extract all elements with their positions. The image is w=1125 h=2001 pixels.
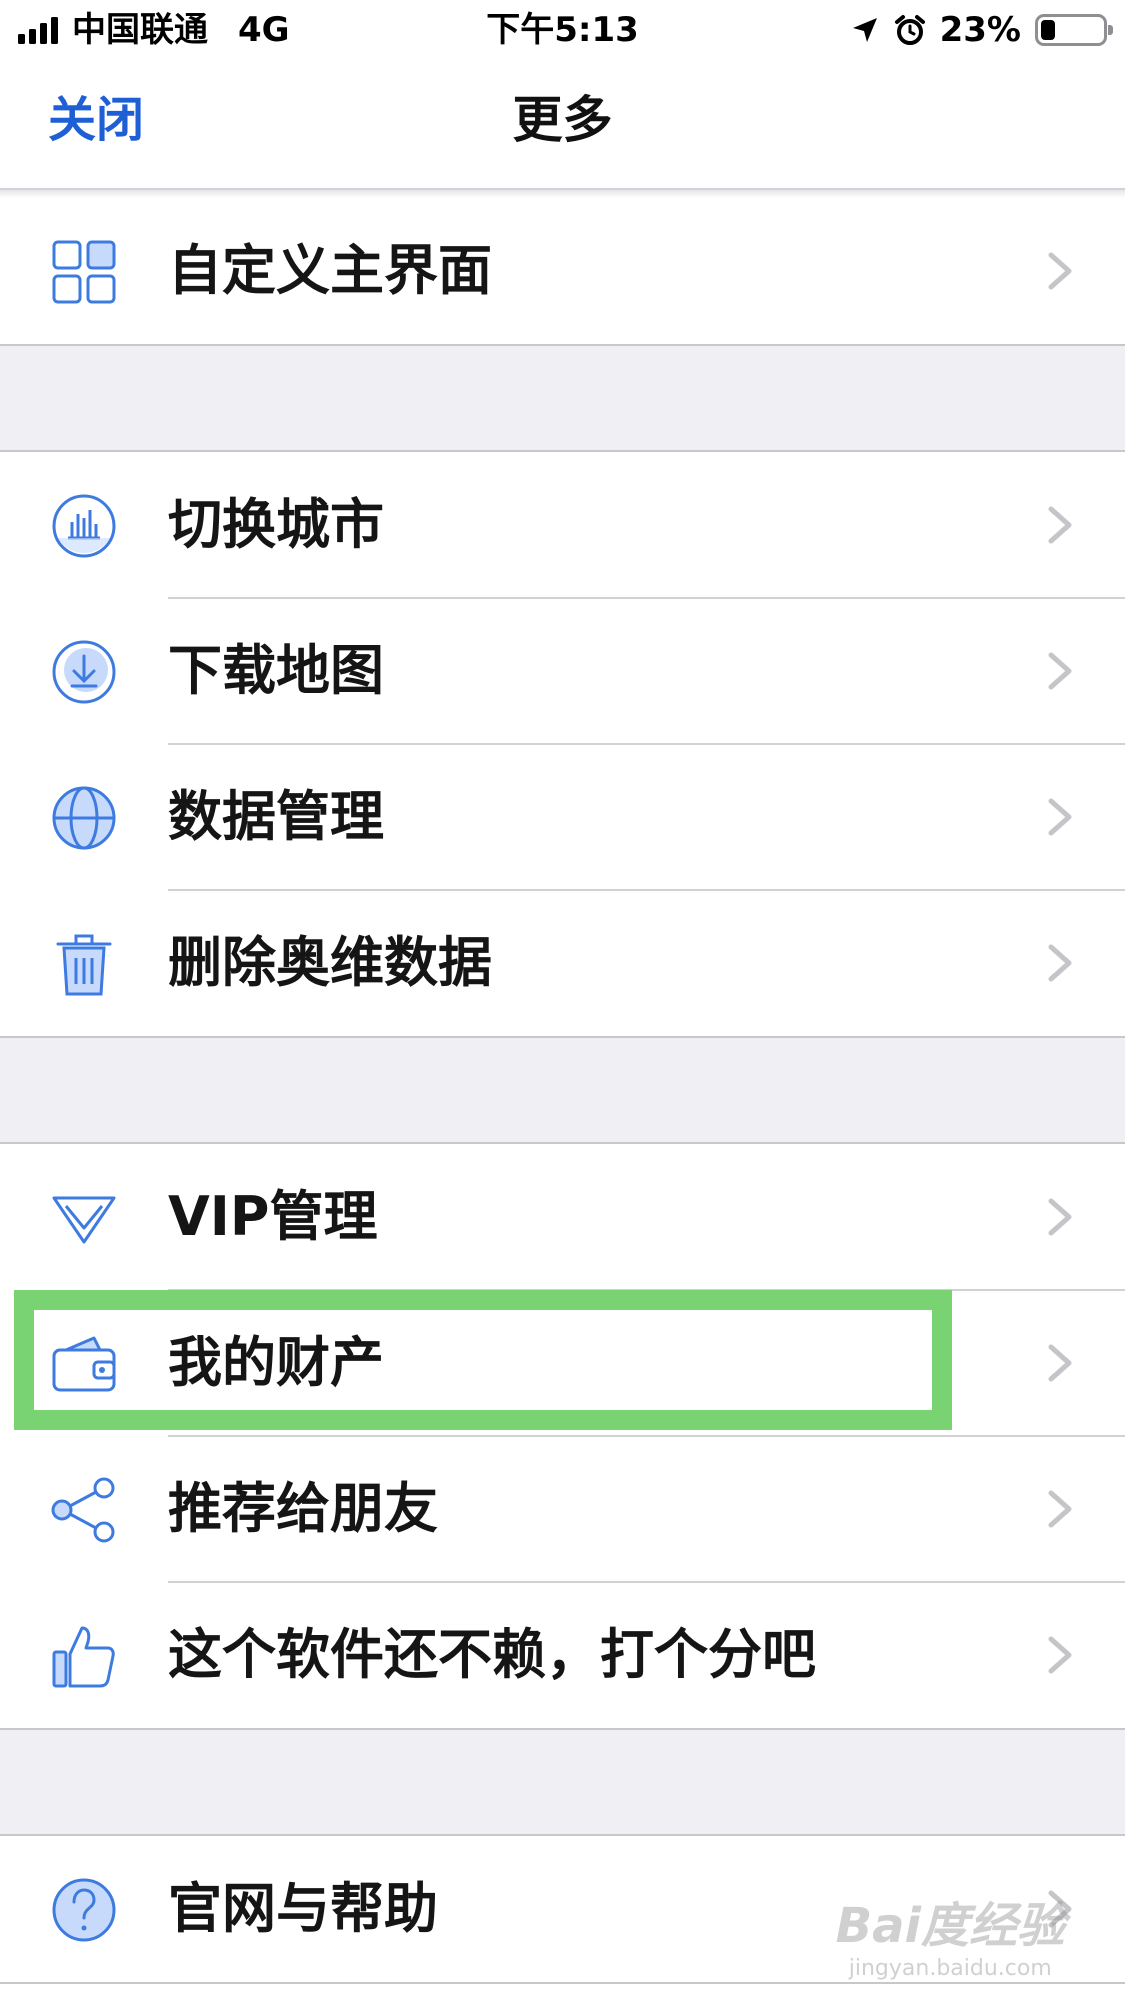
download-icon <box>50 638 118 706</box>
row-label: 数据管理 <box>168 785 384 848</box>
row-delete-data[interactable]: 删除奥维数据 <box>0 890 1125 1036</box>
chevron-right-icon <box>1043 941 1077 985</box>
trash-icon <box>50 930 118 998</box>
row-recommend-friends[interactable]: 推荐给朋友 <box>0 1436 1125 1583</box>
alarm-clock-icon <box>894 15 925 45</box>
battery-icon <box>1035 14 1113 46</box>
chevron-right-icon <box>1043 1195 1077 1239</box>
page-title: 更多 <box>512 91 613 149</box>
city-skyline-icon <box>50 492 118 560</box>
row-label: 下载地图 <box>168 639 384 702</box>
chevron-right-icon <box>1043 649 1077 693</box>
chevron-right-icon <box>1043 1487 1077 1531</box>
row-customize-home[interactable]: 自定义主界面 <box>0 198 1125 344</box>
location-arrow-icon <box>852 18 877 42</box>
status-bar: 中国联通 4G 下午5:13 23% <box>0 0 1125 60</box>
settings-group-account: VIP管理 我的财产 推荐给朋友 这个软件还不赖，打个分吧 <box>0 1142 1125 1730</box>
globe-icon <box>50 784 118 852</box>
chevron-right-icon <box>1043 795 1077 839</box>
share-icon <box>50 1476 118 1544</box>
row-data-management[interactable]: 数据管理 <box>0 744 1125 891</box>
highlight-box <box>14 1290 952 1430</box>
row-label: 删除奥维数据 <box>168 931 492 994</box>
row-label: VIP管理 <box>168 1185 378 1248</box>
row-label: 推荐给朋友 <box>168 1477 438 1540</box>
row-label: 官网与帮助 <box>168 1877 438 1940</box>
chevron-right-icon <box>1043 503 1077 547</box>
help-icon <box>50 1876 118 1944</box>
settings-group-map: 切换城市 下载地图 数据管理 删除奥维数据 <box>0 450 1125 1038</box>
watermark: Bai度经验 jingyan.baidu.com <box>836 1886 1065 1981</box>
more-settings-page: 中国联通 4G 下午5:13 23% 关闭 更多 自定义主界面 切换城市 下载地… <box>0 0 1125 2001</box>
grid-layout-icon <box>50 238 118 306</box>
row-switch-city[interactable]: 切换城市 <box>0 452 1125 599</box>
watermark-url: jingyan.baidu.com <box>848 1956 1052 1981</box>
thumbs-up-icon <box>50 1622 118 1690</box>
chevron-right-icon <box>1043 1341 1077 1385</box>
chevron-right-icon <box>1043 249 1077 293</box>
group-spacer <box>0 346 1125 450</box>
chevron-right-icon <box>1043 1633 1077 1677</box>
settings-group-layout: 自定义主界面 <box>0 198 1125 346</box>
group-spacer <box>0 1038 1125 1142</box>
row-label: 这个软件还不赖，打个分吧 <box>168 1623 816 1686</box>
navigation-bar: 关闭 更多 <box>0 60 1125 190</box>
battery-fill <box>1041 20 1055 40</box>
row-rate-app[interactable]: 这个软件还不赖，打个分吧 <box>0 1582 1125 1728</box>
diamond-icon <box>50 1184 118 1252</box>
status-right: 23% <box>850 8 1113 52</box>
row-vip-management[interactable]: VIP管理 <box>0 1144 1125 1291</box>
row-download-map[interactable]: 下载地图 <box>0 598 1125 745</box>
settings-list: 自定义主界面 切换城市 下载地图 数据管理 删除奥维数据 VIP管理 我的财产 … <box>0 198 1125 1984</box>
watermark-logo: Bai度经验 <box>835 1898 1065 1954</box>
group-spacer <box>0 1730 1125 1834</box>
row-label: 切换城市 <box>168 493 384 556</box>
battery-percent: 23% <box>939 10 1021 50</box>
row-label: 自定义主界面 <box>168 239 492 302</box>
